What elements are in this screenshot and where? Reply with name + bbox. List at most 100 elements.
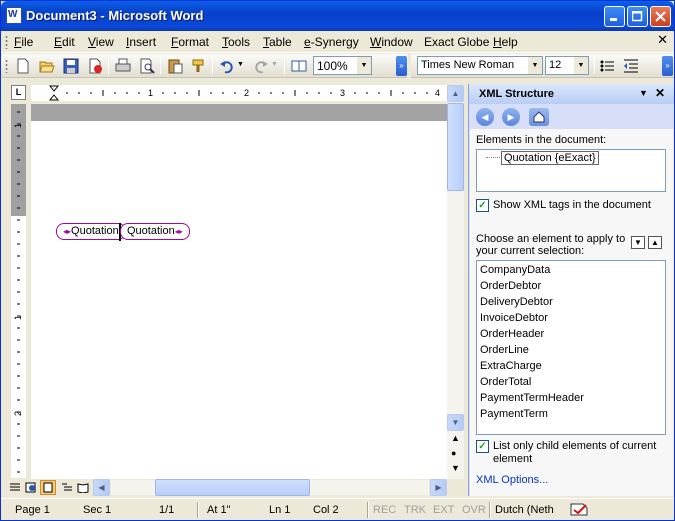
font-select[interactable]: Times New Roman ▼ [417, 56, 543, 75]
menu-e-synergy[interactable]: e-Synergy [304, 35, 359, 49]
print-icon[interactable] [115, 58, 131, 74]
xml-options-link[interactable]: XML Options... [476, 474, 548, 486]
xml-tag-open[interactable]: ◂▸Quotation [56, 223, 126, 240]
menu-edit[interactable]: Edit [54, 35, 75, 49]
list-item[interactable]: OrderHeader [477, 326, 665, 342]
toolbar-options-button[interactable]: » [396, 56, 407, 76]
save-icon[interactable] [63, 58, 79, 74]
format-painter-icon[interactable] [191, 58, 207, 74]
horizontal-ruler[interactable]: 1 2 3 4 [31, 85, 447, 101]
list-item[interactable]: PaymentTerm [477, 406, 665, 422]
move-down-button[interactable]: ▼ [631, 236, 645, 249]
tree-node-quotation[interactable]: Quotation {eExact} [501, 151, 599, 165]
list-item[interactable]: CompanyData [477, 262, 665, 278]
permission-icon[interactable] [87, 58, 103, 74]
status-pages: 1/1 [159, 504, 175, 516]
pane-close-button[interactable]: ✕ [655, 86, 665, 100]
list-item[interactable]: DeliveryDebtor [477, 294, 665, 310]
vertical-scrollbar[interactable]: ▲ ▼ ▲ ● ▼ [447, 85, 464, 479]
print-preview-icon[interactable] [139, 58, 155, 74]
list-item[interactable]: InvoiceDebtor [477, 310, 665, 326]
menu-table[interactable]: Table [263, 35, 292, 49]
status-ext[interactable]: EXT [433, 502, 454, 519]
menubar-grip[interactable] [5, 35, 8, 49]
undo-dropdown-icon[interactable]: ▼ [237, 61, 244, 68]
paste-icon[interactable] [167, 58, 183, 74]
menu-window[interactable]: Window [370, 35, 413, 49]
menu-view[interactable]: View [88, 35, 114, 49]
back-button[interactable]: ◀ [476, 108, 494, 126]
decrease-indent-icon[interactable] [623, 58, 639, 74]
print-layout-button[interactable] [40, 480, 56, 495]
element-list[interactable]: CompanyData OrderDebtor DeliveryDebtor I… [476, 260, 666, 435]
minimize-button[interactable] [604, 6, 625, 27]
home-button[interactable] [529, 108, 549, 126]
title-bar[interactable]: Document3 - Microsoft Word [1, 1, 674, 31]
reading-layout-icon[interactable] [77, 482, 89, 493]
show-xml-tags-label[interactable]: Show XML tags in the document [493, 199, 651, 211]
next-page-icon[interactable]: ▼ [451, 463, 460, 473]
redo-icon[interactable] [253, 58, 269, 74]
show-xml-tags-checkbox[interactable]: ✓ [476, 199, 489, 212]
list-item[interactable]: OrderTotal [477, 374, 665, 390]
word-app-icon[interactable] [6, 7, 22, 24]
ruler-number: 1 [148, 88, 153, 98]
list-child-elements-label[interactable]: List only child elements of current [493, 440, 656, 452]
menu-format[interactable]: Format [171, 35, 209, 49]
toolbar-options-button-2[interactable]: » [662, 56, 673, 76]
redo-dropdown-icon[interactable]: ▼ [271, 61, 278, 68]
scroll-left-button[interactable]: ◀ [93, 479, 110, 496]
vertical-ruler[interactable]: 1 2 1 [11, 104, 26, 478]
spelling-grammar-icon[interactable] [569, 502, 591, 517]
chevron-down-icon[interactable]: ▼ [574, 57, 588, 74]
menu-insert[interactable]: Insert [126, 35, 156, 49]
move-up-button[interactable]: ▲ [648, 236, 662, 249]
toolbar-grip[interactable] [5, 59, 8, 73]
document-page[interactable] [31, 121, 447, 479]
menu-exact-globe[interactable]: Exact Globe [424, 35, 489, 49]
maximize-button[interactable] [627, 6, 648, 27]
indent-marker-icon[interactable] [48, 85, 60, 101]
menu-help[interactable]: Help [493, 35, 518, 49]
font-size-select[interactable]: 12 ▼ [545, 56, 589, 75]
list-item[interactable]: OrderDebtor [477, 278, 665, 294]
zoom-select[interactable]: 100% ▼ [313, 56, 372, 75]
outline-view-icon[interactable] [61, 482, 73, 493]
scroll-up-button[interactable]: ▲ [447, 85, 464, 102]
ruler-number: 2 [244, 88, 249, 98]
list-item[interactable]: OrderLine [477, 342, 665, 358]
list-child-elements-label-2[interactable]: element [493, 453, 532, 465]
list-item[interactable]: ExtraCharge [477, 358, 665, 374]
status-trk[interactable]: TRK [404, 502, 426, 519]
status-ovr[interactable]: OVR [462, 502, 486, 519]
menu-file[interactable]: File [14, 35, 33, 49]
arrow-up-icon: ▲ [651, 238, 659, 247]
normal-view-icon[interactable] [9, 482, 21, 493]
document-elements-tree[interactable]: Quotation {eExact} [476, 149, 666, 192]
close-window-button[interactable] [650, 6, 671, 27]
status-language[interactable]: Dutch (Neth [495, 502, 554, 519]
list-child-elements-checkbox[interactable]: ✓ [476, 440, 489, 453]
tab-selector[interactable]: L [11, 85, 26, 100]
select-browse-object-icon[interactable]: ● [451, 448, 456, 458]
horizontal-scroll-thumb[interactable] [155, 479, 310, 496]
chevron-down-icon[interactable]: ▼ [528, 57, 542, 74]
chevron-down-icon[interactable]: ▼ [357, 57, 371, 74]
xml-tag-close[interactable]: Quotation◂▸ [120, 223, 190, 240]
close-document-button[interactable]: ✕ [657, 33, 668, 48]
undo-icon[interactable] [219, 58, 235, 74]
menu-tools[interactable]: Tools [222, 35, 250, 49]
pane-menu-dropdown[interactable]: ▼ [639, 88, 648, 98]
forward-button[interactable]: ▶ [502, 108, 520, 126]
list-item[interactable]: PaymentTermHeader [477, 390, 665, 406]
previous-page-icon[interactable]: ▲ [451, 433, 460, 443]
bullets-icon[interactable] [599, 58, 615, 74]
status-rec[interactable]: REC [373, 502, 396, 519]
read-icon[interactable] [291, 58, 307, 74]
open-folder-icon[interactable] [39, 58, 55, 74]
web-layout-icon[interactable] [25, 482, 37, 493]
new-document-icon[interactable] [15, 58, 31, 74]
scroll-right-button[interactable]: ▶ [430, 479, 447, 496]
scroll-down-button[interactable]: ▼ [447, 414, 464, 431]
scroll-thumb[interactable] [447, 103, 464, 191]
